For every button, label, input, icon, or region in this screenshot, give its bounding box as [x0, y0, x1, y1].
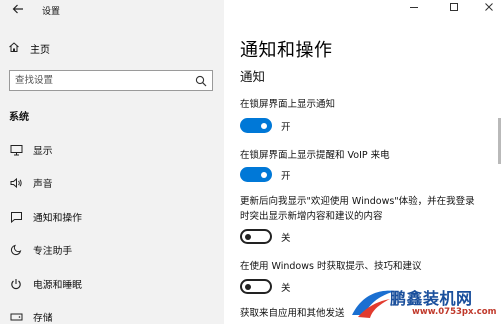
toggle-state-label: 开	[281, 122, 291, 133]
home-icon	[8, 41, 22, 56]
app-title: 设置	[42, 7, 61, 17]
sidebar-item-label: 存储	[33, 313, 53, 324]
search-input[interactable]	[15, 73, 185, 88]
maximize-icon	[450, 3, 458, 11]
sidebar-item-focus-assist[interactable]: 专注助手	[0, 234, 224, 268]
setting-label: 在使用 Windows 时获取提示、技巧和建议	[240, 261, 422, 272]
scrollbar[interactable]	[498, 118, 501, 164]
back-button[interactable]	[10, 3, 26, 19]
sidebar-item-label: 专注助手	[33, 246, 73, 258]
sidebar-item-storage[interactable]: 存储	[0, 301, 224, 324]
minimize-button[interactable]	[404, 2, 424, 15]
setting-label: 更新后向我显示"欢迎使用 Windows"体验，并在我登录时突出显示新增内容和建…	[240, 196, 475, 222]
sidebar-item-power-sleep[interactable]: 电源和睡眠	[0, 267, 224, 301]
close-icon	[485, 3, 493, 11]
monitor-icon	[9, 143, 23, 157]
home-nav-item[interactable]: 主页	[8, 39, 50, 57]
toggle-knob	[245, 233, 251, 240]
main-panel: 通知和操作 通知 在锁屏界面上显示通知 开 在锁屏界面上显示提醒和 VoIP 来…	[224, 0, 503, 324]
minimize-icon	[410, 7, 418, 8]
search-icon[interactable]	[195, 75, 207, 87]
tips-tricks-toggle[interactable]	[240, 279, 272, 294]
toggle-state-label: 关	[281, 283, 291, 294]
sidebar-nav: 显示 声音 通知和操作 专注助手 电源和睡眠 存储	[0, 133, 224, 324]
sidebar-item-label: 显示	[33, 145, 53, 157]
close-button[interactable]	[479, 2, 499, 15]
moon-icon	[9, 243, 23, 257]
setting-label: 获取来自应用和其他发送	[240, 308, 345, 319]
maximize-button[interactable]	[444, 2, 464, 15]
notification-icon	[9, 210, 23, 224]
lockscreen-notifications-toggle[interactable]	[240, 118, 272, 133]
toggle-knob	[261, 122, 267, 129]
section-heading-notifications: 通知	[240, 69, 266, 84]
sidebar-item-display[interactable]: 显示	[0, 133, 224, 167]
toggle-knob	[245, 283, 251, 290]
sidebar-item-label: 电源和睡眠	[33, 279, 82, 291]
welcome-experience-toggle[interactable]	[240, 229, 272, 244]
setting-label: 在锁屏界面上显示提醒和 VoIP 来电	[240, 150, 390, 161]
watermark-brand: 鹏鑫装机网	[390, 289, 473, 308]
lockscreen-reminders-voip-toggle[interactable]	[240, 167, 272, 182]
power-icon	[9, 277, 23, 291]
toggle-knob	[261, 171, 267, 178]
page-title: 通知和操作	[240, 40, 333, 61]
storage-icon	[9, 310, 23, 324]
sidebar-item-label: 通知和操作	[33, 212, 82, 224]
title-bar-left: 设置	[0, 0, 224, 22]
sidebar: 设置 主页 系统 显示 声音 通知和操作	[0, 0, 224, 324]
toggle-state-label: 关	[281, 233, 291, 244]
watermark: 鹏鑫装机网 www.0753px.com	[350, 282, 503, 324]
search-box[interactable]	[9, 70, 213, 91]
sidebar-item-notifications[interactable]: 通知和操作	[0, 200, 224, 234]
watermark-url: www.0753px.com	[412, 307, 497, 317]
back-arrow-icon	[12, 4, 23, 14]
home-label: 主页	[30, 44, 50, 56]
sidebar-item-sound[interactable]: 声音	[0, 167, 224, 201]
speaker-icon	[9, 176, 23, 190]
toggle-state-label: 开	[281, 171, 291, 182]
setting-label: 在锁屏界面上显示通知	[240, 99, 336, 110]
section-label-system: 系统	[9, 112, 29, 123]
sidebar-item-label: 声音	[33, 179, 53, 191]
